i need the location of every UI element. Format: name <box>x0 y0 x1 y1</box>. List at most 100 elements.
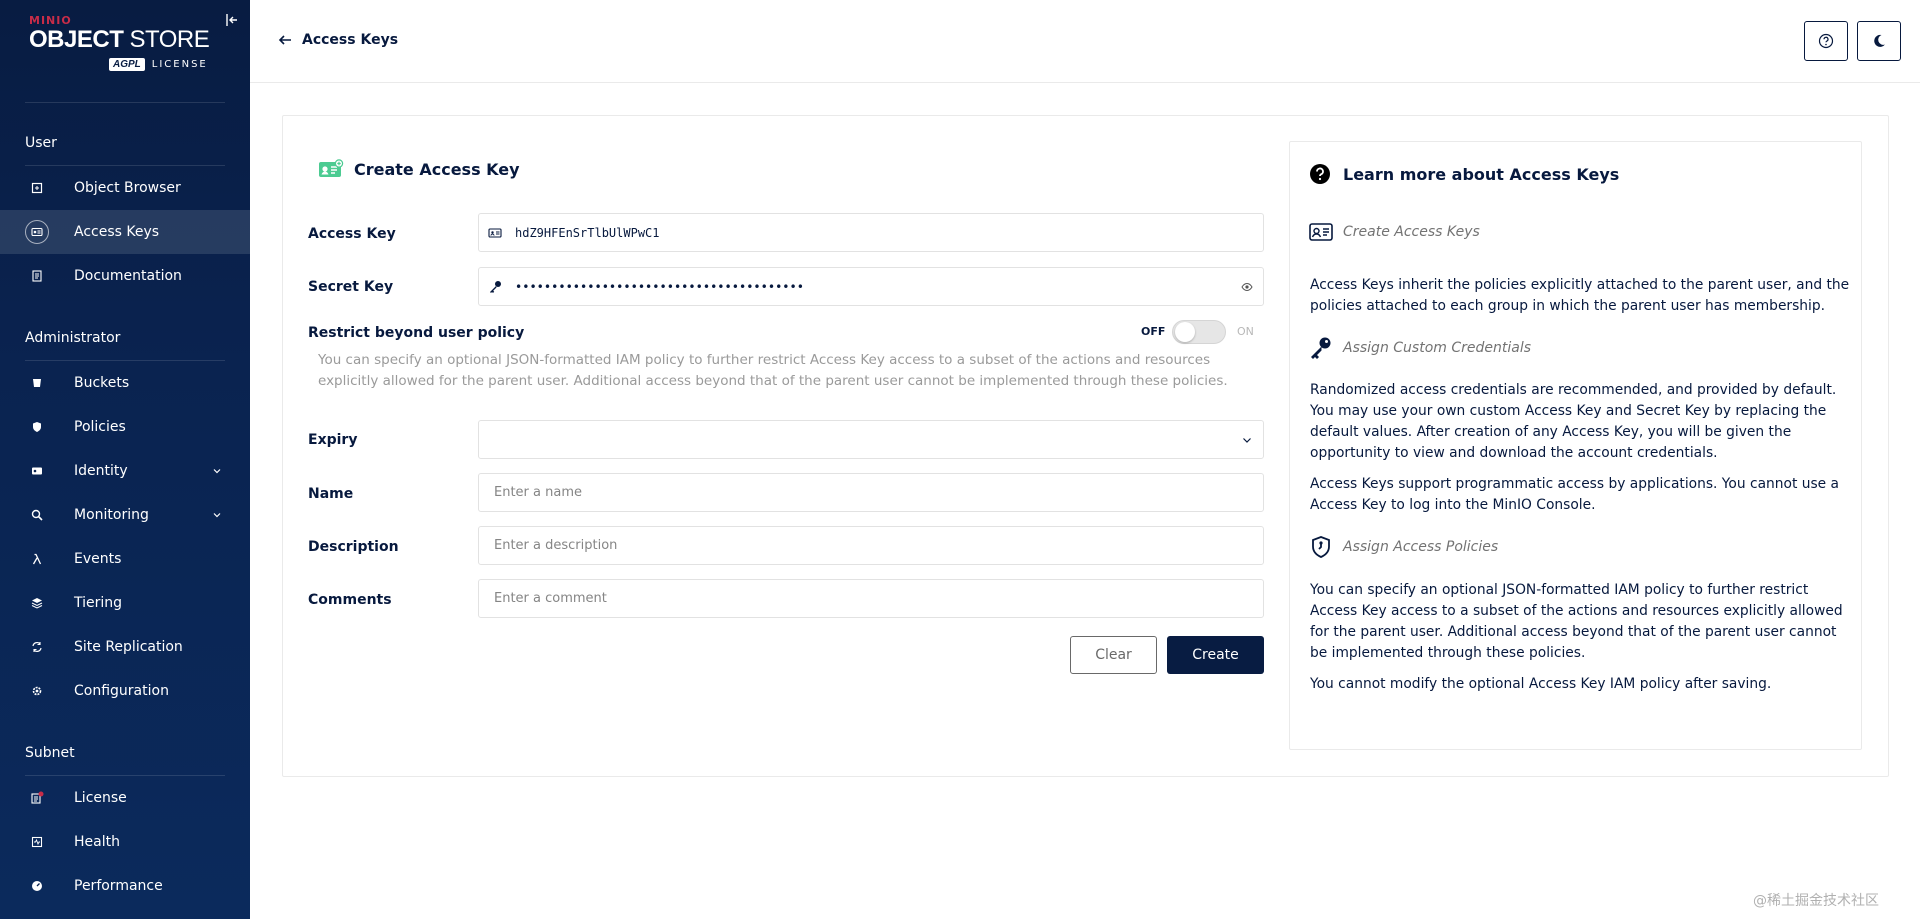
collapse-sidebar-icon[interactable] <box>224 12 240 28</box>
comments-input[interactable]: Enter a comment <box>478 579 1264 618</box>
sidebar-item-configuration[interactable]: Configuration <box>0 669 250 713</box>
sidebar-item-label: Tiering <box>74 595 123 611</box>
sidebar-item-monitoring[interactable]: Monitoring <box>0 493 250 537</box>
eye-icon[interactable] <box>1241 281 1253 293</box>
question-circle-icon <box>1310 164 1330 184</box>
help-subheading-text: Assign Access Policies <box>1343 539 1499 555</box>
chevron-down-icon <box>1243 438 1251 443</box>
sidebar-item-documentation[interactable]: Documentation <box>0 254 250 298</box>
license-icon <box>25 786 49 810</box>
object-browser-icon <box>25 176 49 200</box>
help-title: Learn more about Access Keys <box>1309 163 1619 185</box>
sidebar-item-label: Site Replication <box>74 639 183 655</box>
access-key-card-icon <box>319 159 344 177</box>
sidebar-item-identity[interactable]: Identity <box>0 449 250 493</box>
sidebar-item-label: Configuration <box>74 683 169 699</box>
minio-logo[interactable]: MINIO OBJECT STORE AGPL LICENSE <box>29 14 229 84</box>
sidebar-item-tiering[interactable]: Tiering <box>0 581 250 625</box>
switch-on-label: ON <box>1237 325 1254 338</box>
sidebar-item-access-keys[interactable]: Access Keys <box>0 210 250 254</box>
sidebar-item-performance[interactable]: Performance <box>0 864 250 908</box>
clear-button[interactable]: Clear <box>1070 636 1157 674</box>
chevron-down-icon[interactable] <box>211 509 223 521</box>
moon-icon <box>1874 34 1885 47</box>
sidebar-item-site-replication[interactable]: Site Replication <box>0 625 250 669</box>
dark-mode-button[interactable] <box>1857 21 1901 61</box>
lambda-icon <box>25 547 49 571</box>
expiry-label: Expiry <box>308 432 358 448</box>
restrict-policy-toggle[interactable] <box>1172 320 1226 344</box>
help-button[interactable] <box>1804 21 1848 61</box>
sidebar-item-label: Object Browser <box>74 180 181 196</box>
access-key-value: hdZ9HFEnSrTlbUlWPwC1 <box>515 225 660 240</box>
monitoring-icon <box>25 503 49 527</box>
back-link[interactable]: Access Keys <box>278 32 398 48</box>
tiering-icon <box>25 591 49 615</box>
performance-icon <box>25 874 49 898</box>
sidebar-item-buckets[interactable]: Buckets <box>0 361 250 405</box>
sidebar-item-label: Policies <box>74 419 126 435</box>
agpl-badge: AGPL <box>109 58 145 71</box>
sidebar-item-license[interactable]: License <box>0 776 250 820</box>
sidebar-item-events[interactable]: Events <box>0 537 250 581</box>
restrict-policy-help: You can specify an optional JSON-formatt… <box>318 352 1228 389</box>
back-link-label: Access Keys <box>302 32 399 48</box>
help-paragraph: Access Keys inherit the policies explici… <box>1310 277 1850 314</box>
secret-key-value: •••••••••••••••••••••••••••••••••••••••• <box>515 279 804 294</box>
sidebar-item-label: Buckets <box>74 375 130 391</box>
sidebar-item-policies[interactable]: Policies <box>0 405 250 449</box>
access-key-field[interactable]: hdZ9HFEnSrTlbUlWPwC1 <box>478 213 1264 252</box>
documentation-icon <box>25 264 49 288</box>
restrict-policy-label: Restrict beyond user policy <box>308 325 525 341</box>
page-header: Access Keys <box>250 0 1920 83</box>
toggle-knob <box>1175 322 1195 342</box>
id-card-icon <box>488 228 502 238</box>
health-icon <box>25 830 49 854</box>
policies-icon <box>25 415 49 439</box>
logo-title: OBJECT STORE <box>29 27 229 53</box>
arrow-left-icon <box>278 35 291 45</box>
form-title: Create Access Key <box>318 159 520 179</box>
id-card-icon <box>1309 223 1333 241</box>
help-subheading-policies: Assign Access Policies <box>1309 535 1498 559</box>
sidebar-item-label: Health <box>74 834 120 850</box>
question-circle-icon <box>1818 33 1834 49</box>
help-paragraph: You cannot modify the optional Access Ke… <box>1310 676 1772 692</box>
expiry-picker[interactable] <box>478 420 1264 459</box>
help-subheading-text: Assign Custom Credentials <box>1343 340 1532 356</box>
form-title-text: Create Access Key <box>354 159 520 179</box>
access-key-label: Access Key <box>308 226 396 242</box>
secret-key-field[interactable]: •••••••••••••••••••••••••••••••••••••••• <box>478 267 1264 306</box>
sidebar-item-label: Access Keys <box>74 224 160 240</box>
sidebar: MINIO OBJECT STORE AGPL LICENSE User Obje… <box>0 0 250 919</box>
help-paragraph: Access Keys support programmatic access … <box>1310 476 1840 513</box>
comments-placeholder: Enter a comment <box>494 591 607 606</box>
name-input[interactable]: Enter a name <box>478 473 1264 512</box>
help-subheading-text: Create Access Keys <box>1343 224 1480 240</box>
site-replication-icon <box>25 635 49 659</box>
description-input[interactable]: Enter a description <box>478 526 1264 565</box>
sidebar-item-label: Identity <box>74 463 128 479</box>
sidebar-item-label: Monitoring <box>74 507 149 523</box>
help-subheading-credentials: Assign Custom Credentials <box>1309 336 1531 360</box>
logo-license: LICENSE <box>151 59 208 70</box>
chevron-down-icon[interactable] <box>211 465 223 477</box>
sidebar-item-object-browser[interactable]: Object Browser <box>0 166 250 210</box>
key-icon <box>1311 337 1331 359</box>
sidebar-item-label: Documentation <box>74 268 182 284</box>
sidebar-item-label: License <box>74 790 127 806</box>
section-subnet: Subnet <box>25 745 75 761</box>
gear-icon <box>25 679 49 703</box>
section-administrator: Administrator <box>25 330 121 346</box>
sidebar-item-label: Events <box>74 551 122 567</box>
description-label: Description <box>308 539 399 555</box>
watermark: @稀土掘金技术社区 <box>1753 893 1879 909</box>
comments-label: Comments <box>308 592 392 608</box>
sidebar-item-health[interactable]: Health <box>0 820 250 864</box>
name-placeholder: Enter a name <box>494 485 582 500</box>
create-button[interactable]: Create <box>1167 636 1264 674</box>
help-paragraph: Randomized access credentials are recomm… <box>1310 382 1837 461</box>
help-subheading-create: Create Access Keys <box>1309 222 1480 242</box>
section-user: User <box>25 135 57 151</box>
buckets-icon <box>25 371 49 395</box>
